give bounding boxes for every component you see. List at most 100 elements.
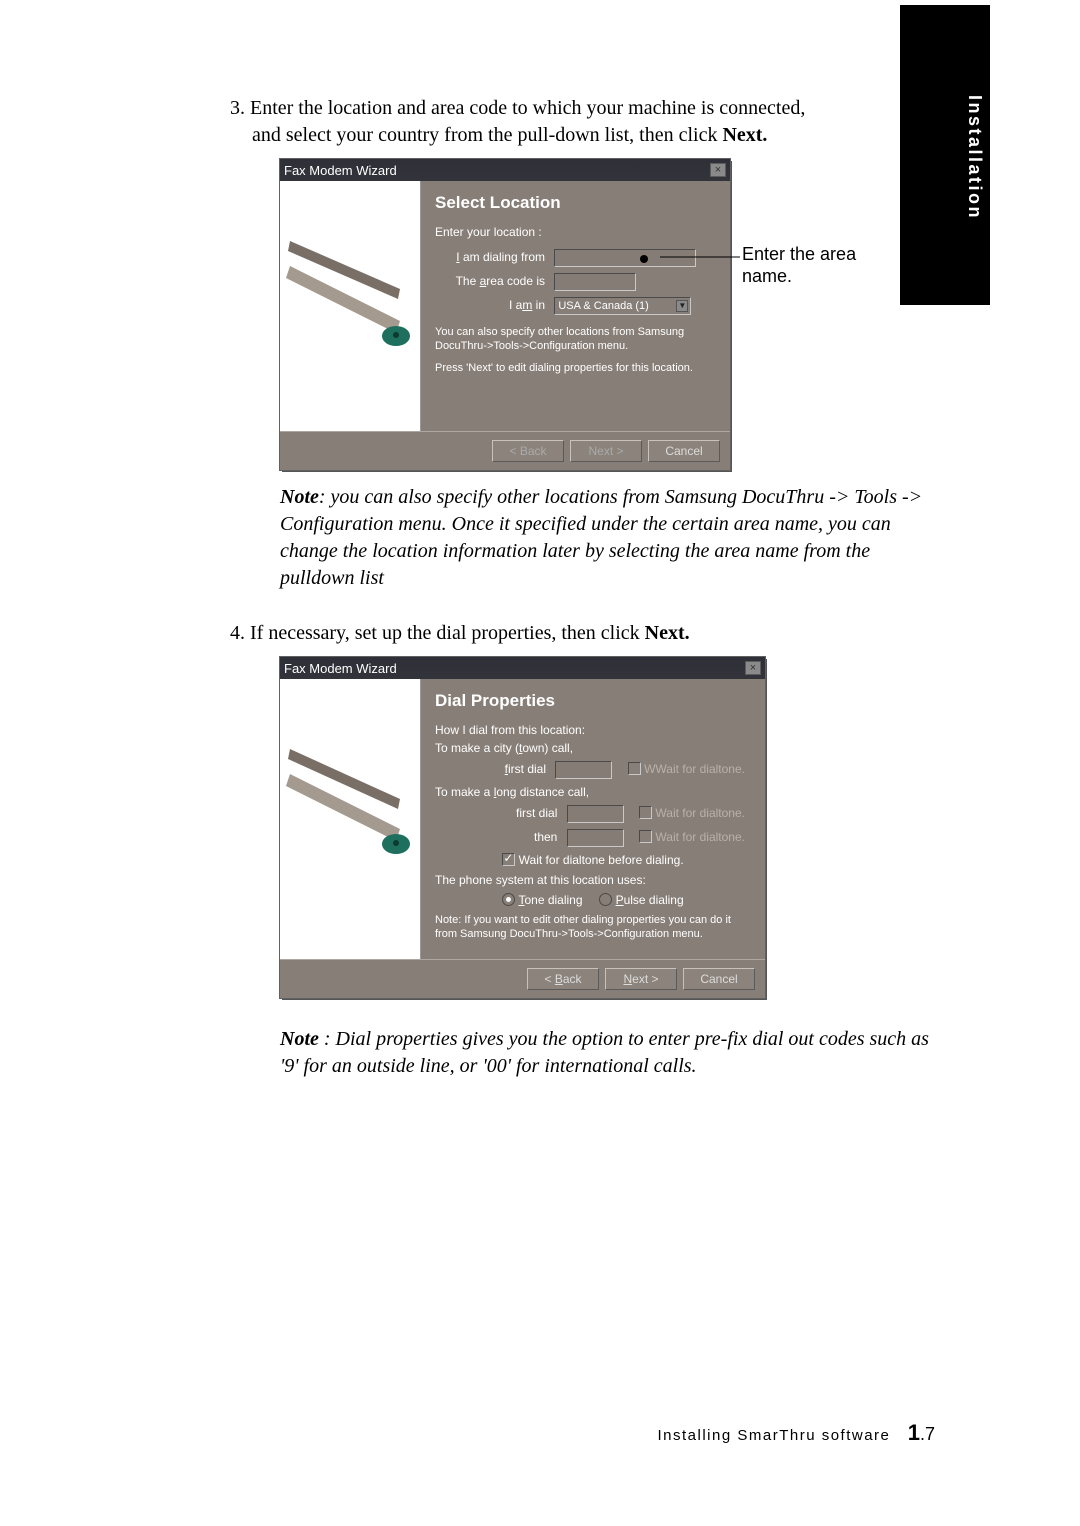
callout-text: Enter the area name. bbox=[742, 244, 856, 287]
first-dial-label: first dial bbox=[505, 762, 546, 776]
step4-lead: 4. If necessary, set up the dial propert… bbox=[230, 622, 645, 644]
tone-post: one dialing bbox=[524, 893, 582, 907]
wizard1-main: Select Location Enter your location : I … bbox=[421, 181, 730, 431]
pulse-u: P bbox=[616, 893, 624, 907]
country-select[interactable]: USA & Canada (1) ▼ bbox=[554, 297, 691, 315]
area-code-input[interactable] bbox=[554, 273, 636, 291]
tone-radio[interactable] bbox=[502, 893, 515, 906]
area-code-post: rea code is bbox=[486, 274, 545, 288]
long-dial-input[interactable] bbox=[567, 805, 624, 823]
next-button[interactable]: Next > bbox=[605, 968, 677, 990]
long-wait-checkbox[interactable] bbox=[639, 806, 652, 819]
wiz1-note2: Press 'Next' to edit dialing properties … bbox=[435, 362, 716, 374]
next2-u: N bbox=[623, 972, 632, 986]
wizard1-titlebar: Fax Modem Wizard × bbox=[280, 159, 730, 181]
long-wait-text: Wait for dialtone. bbox=[655, 806, 745, 820]
wizard-side-image-2 bbox=[280, 679, 421, 959]
page-content: 3. Enter the location and area code to w… bbox=[230, 95, 940, 1094]
cancel-button[interactable]: Cancel bbox=[648, 440, 720, 462]
iamin-pre: I a bbox=[509, 298, 522, 312]
section-side-label: Installation bbox=[964, 95, 985, 220]
callout-line2: name. bbox=[742, 266, 792, 286]
note1-lead: Note bbox=[280, 486, 319, 508]
then-dial-input[interactable] bbox=[567, 829, 624, 847]
city-wait-row: WWait for dialtone. bbox=[628, 762, 745, 776]
long-pre: To make a bbox=[435, 785, 494, 799]
callout-dot-icon bbox=[640, 255, 648, 263]
area-code-label: The area code is bbox=[435, 274, 545, 288]
iamin-u: m bbox=[522, 298, 532, 312]
pen-graphic-icon bbox=[280, 181, 420, 431]
footer-label: Installing SmarThru software bbox=[657, 1427, 890, 1444]
wiz1-note1: You can also specify other locations fro… bbox=[435, 325, 716, 354]
step3-cont: and select your country from the pull-do… bbox=[252, 124, 722, 146]
city-post: own) call, bbox=[522, 741, 573, 755]
footer-page: .7 bbox=[920, 1424, 935, 1444]
callout-line1: Enter the area bbox=[742, 244, 856, 264]
then-wait-checkbox[interactable] bbox=[639, 830, 652, 843]
back-button[interactable]: < Back bbox=[492, 440, 564, 462]
wizard1-button-row: < Back Next > Cancel bbox=[280, 431, 730, 470]
pulse-radio[interactable] bbox=[599, 893, 612, 906]
next2-post: ext > bbox=[632, 972, 658, 986]
long-call-label: To make a long distance call, bbox=[435, 785, 589, 799]
wiz2-note: Note: If you want to edit other dialing … bbox=[435, 913, 751, 942]
step4-text: 4. If necessary, set up the dial propert… bbox=[230, 620, 940, 647]
back2-pre: < bbox=[544, 972, 554, 986]
step3-line1: 3. Enter the location and area code to w… bbox=[230, 97, 805, 119]
wizard-side-image bbox=[280, 181, 421, 431]
step3-line2: and select your country from the pull-do… bbox=[252, 124, 767, 146]
dialing-from-rest: am dialing from bbox=[460, 250, 545, 264]
first-dial-post: irst dial bbox=[508, 762, 546, 776]
wizard2-main: Dial Properties How I dial from this loc… bbox=[421, 679, 765, 959]
then-wait-row: Wait for dialtone. bbox=[639, 830, 745, 844]
country-selected: USA & Canada (1) bbox=[558, 300, 649, 312]
step3-next-word: Next. bbox=[722, 124, 767, 146]
wizard2-heading: Dial Properties bbox=[435, 691, 751, 711]
pen-graphic-icon bbox=[280, 679, 420, 959]
note-block-1: Note: you can also specify other locatio… bbox=[280, 484, 940, 592]
wait-before-checkbox[interactable] bbox=[502, 853, 515, 866]
page-footer: Installing SmarThru software 1.7 bbox=[195, 1420, 935, 1446]
how-dial-label: How I dial from this location: bbox=[435, 723, 751, 737]
pulse-label: Pulse dialing bbox=[616, 893, 684, 907]
then-label: then bbox=[534, 830, 557, 844]
wizard2-button-row: < Back Next > Cancel bbox=[280, 959, 765, 998]
pulse-post: ulse dialing bbox=[624, 893, 684, 907]
wait-before-label: Wait for dialtone before dialing. bbox=[519, 853, 684, 867]
wizard1-heading: Select Location bbox=[435, 193, 716, 213]
long-first-dial-label: first dial bbox=[516, 806, 557, 820]
cancel-button[interactable]: Cancel bbox=[683, 968, 755, 990]
enter-location-label: Enter your location : bbox=[435, 225, 716, 239]
step3-text: 3. Enter the location and area code to w… bbox=[230, 95, 940, 149]
back2-u: B bbox=[555, 972, 563, 986]
iamin-label: I am in bbox=[435, 298, 545, 312]
next-button[interactable]: Next > bbox=[570, 440, 642, 462]
city-dial-input[interactable] bbox=[555, 761, 612, 779]
footer-chapter: 1 bbox=[908, 1420, 920, 1445]
wizard-select-location: Fax Modem Wizard × Select Location Enter… bbox=[280, 159, 730, 470]
step4-next-word: Next. bbox=[645, 622, 690, 644]
tone-label: Tone dialing bbox=[518, 893, 582, 907]
wizard-dial-properties: Fax Modem Wizard × Dial Properties How I… bbox=[280, 657, 765, 998]
note2-rest: : Dial properties gives you the option t… bbox=[280, 1028, 929, 1077]
long-wait-row: Wait for dialtone. bbox=[639, 806, 745, 820]
wizard1-title: Fax Modem Wizard bbox=[284, 163, 397, 178]
back2-post: ack bbox=[563, 972, 582, 986]
wizard2-titlebar: Fax Modem Wizard × bbox=[280, 657, 765, 679]
note2-lead: Note bbox=[280, 1028, 319, 1050]
callout-line-icon bbox=[660, 255, 740, 259]
long-post: ong distance call, bbox=[496, 785, 589, 799]
phone-system-label: The phone system at this location uses: bbox=[435, 873, 751, 887]
city-wait-text: Wait for dialtone. bbox=[655, 762, 745, 776]
note1-rest: : you can also specify other locations f… bbox=[280, 486, 922, 589]
area-code-pre: The bbox=[456, 274, 480, 288]
close-icon[interactable]: × bbox=[710, 163, 726, 177]
iamin-post: in bbox=[532, 298, 545, 312]
note-block-2: Note : Dial properties gives you the opt… bbox=[280, 1026, 940, 1080]
back-button[interactable]: < Back bbox=[527, 968, 599, 990]
chevron-down-icon[interactable]: ▼ bbox=[676, 300, 688, 312]
city-call-label: To make a city (town) call, bbox=[435, 741, 573, 755]
close-icon[interactable]: × bbox=[745, 661, 761, 675]
city-wait-checkbox[interactable] bbox=[628, 762, 641, 775]
